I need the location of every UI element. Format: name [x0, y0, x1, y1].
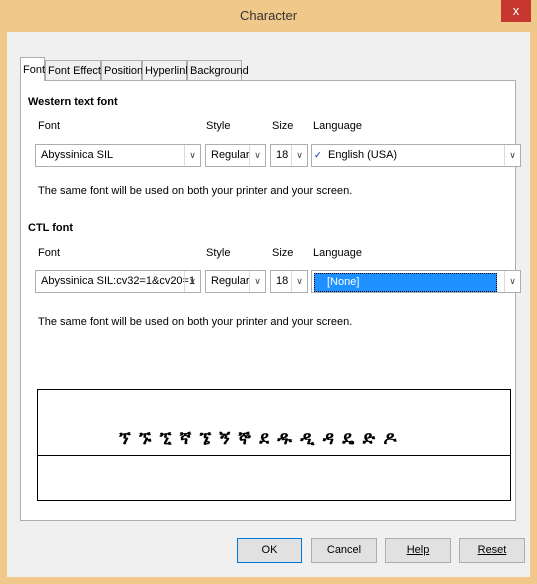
- western-style-combo[interactable]: Regular ∨: [205, 144, 266, 167]
- ctl-section-title: CTL font: [28, 222, 74, 234]
- western-font-value: Abyssinica SIL: [41, 149, 114, 161]
- ctl-style-value: Regular: [211, 275, 250, 287]
- chevron-down-icon[interactable]: ∨: [291, 145, 307, 166]
- spellcheck-icon: ✓: [314, 150, 322, 160]
- chevron-down-icon[interactable]: ∨: [184, 271, 200, 292]
- chevron-down-icon[interactable]: ∨: [249, 145, 265, 166]
- ctl-font-combo[interactable]: Abyssinica SIL:cv32=1&cv20=1 ∨: [35, 270, 201, 293]
- tab-position[interactable]: Position: [101, 60, 143, 80]
- chevron-down-icon[interactable]: ∨: [249, 271, 265, 292]
- window-frame-left: [0, 32, 7, 584]
- western-size-label: Size: [272, 120, 294, 132]
- reset-button-label: Reset: [477, 544, 507, 556]
- ctl-font-value: Abyssinica SIL:cv32=1&cv20=1: [41, 275, 196, 287]
- chevron-down-icon[interactable]: ∨: [504, 271, 520, 292]
- window-frame-right: [530, 32, 537, 584]
- ctl-style-combo[interactable]: Regular ∨: [205, 270, 266, 293]
- help-button-label: Help: [406, 544, 430, 556]
- western-language-combo[interactable]: ✓ English (USA) ∨: [311, 144, 521, 167]
- tab-hyperlink[interactable]: Hyperlink: [142, 60, 191, 80]
- western-size-value: 18: [276, 149, 289, 161]
- help-button[interactable]: Help: [385, 538, 451, 563]
- window-frame-bottom: [0, 577, 537, 584]
- chevron-down-icon[interactable]: ∨: [184, 145, 200, 166]
- western-style-label: Style: [206, 120, 231, 132]
- ctl-language-combo[interactable]: [None] ∨: [311, 270, 521, 293]
- window-title: Character: [239, 8, 298, 23]
- cancel-button[interactable]: Cancel: [311, 538, 377, 563]
- tab-font-effects[interactable]: Font Effects: [45, 60, 107, 80]
- western-section-title: Western text font: [28, 96, 118, 108]
- ctl-font-label: Font: [38, 247, 61, 259]
- chevron-down-icon[interactable]: ∨: [504, 145, 520, 166]
- preview-text: ኘ ኙ ኚ ኛ ኜ ኝ ኞ ደ ዱ ዲ ዳ ዴ ድ ዶ: [118, 428, 399, 449]
- western-language-label: Language: [313, 120, 362, 132]
- close-icon: x: [512, 3, 520, 18]
- tab-background[interactable]: Background: [187, 60, 249, 80]
- reset-button[interactable]: Reset: [459, 538, 525, 563]
- ctl-size-combo[interactable]: 18 ∨: [270, 270, 308, 293]
- chevron-down-icon[interactable]: ∨: [291, 271, 307, 292]
- ctl-size-label: Size: [272, 247, 294, 259]
- preview-baseline: [38, 455, 510, 456]
- western-note: The same font will be used on both your …: [38, 185, 353, 197]
- ctl-style-label: Style: [206, 247, 231, 259]
- western-language-value: English (USA): [328, 149, 398, 161]
- ok-button[interactable]: OK: [237, 538, 302, 563]
- ctl-size-value: 18: [276, 275, 289, 287]
- close-button[interactable]: x: [501, 0, 531, 22]
- western-font-label: Font: [38, 120, 61, 132]
- ctl-language-value: [None]: [314, 273, 497, 292]
- tab-font[interactable]: Font: [20, 57, 45, 81]
- ctl-note: The same font will be used on both your …: [38, 316, 353, 328]
- western-size-combo[interactable]: 18 ∨: [270, 144, 308, 167]
- western-style-value: Regular: [211, 149, 250, 161]
- western-font-combo[interactable]: Abyssinica SIL ∨: [35, 144, 201, 167]
- ctl-language-label: Language: [313, 247, 362, 259]
